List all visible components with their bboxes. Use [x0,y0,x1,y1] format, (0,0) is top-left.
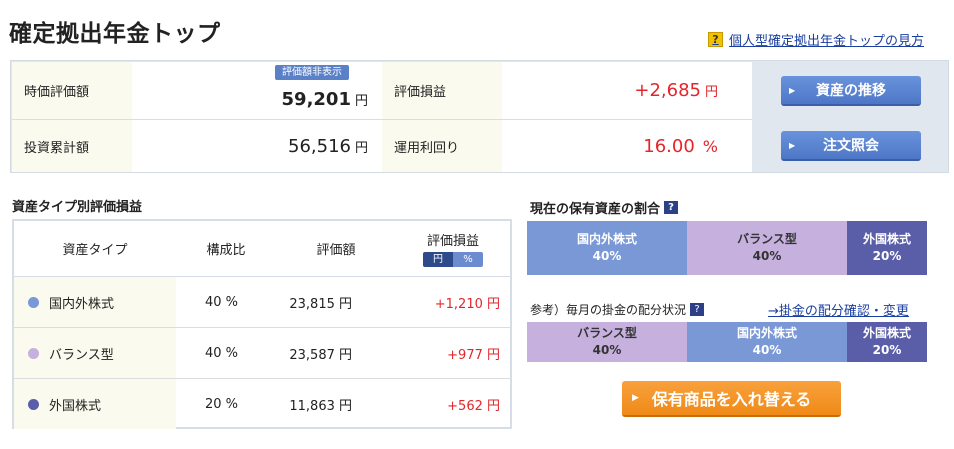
segment-pct: 20% [872,249,902,263]
ratio-cell: 40 % [204,294,238,310]
invested-label: 投資累計額 [12,120,132,172]
asset-table-heading: 資産タイプ別評価損益 [12,200,143,215]
pl-cell: +977 円 [447,347,500,363]
segment-pct: 40% [752,249,782,263]
alloc-segment-balance: バランス型 40% [527,322,687,362]
invested-number: 56,516 [288,135,351,157]
unit-toggle: 円 % [423,252,483,267]
switch-holdings-label: 保有商品を入れ替える [651,390,812,409]
col-header-value: 評価額 [276,221,396,277]
yield-value: 16.00% [502,120,752,172]
monthly-alloc-title: 参考）毎月の掛金の配分状況 [530,303,687,317]
guide-link-label[interactable]: 個人型確定拠出年金トップの見方 [729,30,924,49]
order-inquiry-button[interactable]: ▶ 注文照会 [781,131,921,161]
monthly-alloc-heading: 参考）毎月の掛金の配分状況? [530,301,705,318]
yield-number: 16.00 [643,135,695,157]
arrow-right-icon: ▶ [789,140,796,150]
alloc-segment-foreign: 外国株式 20% [847,221,927,275]
monthly-alloc-bar: バランス型 40% 国内外株式 40% 外国株式 20% [527,322,927,362]
segment-name: バランス型 [577,326,637,340]
dot-icon [28,296,39,308]
segment-name: 外国株式 [862,232,911,246]
col-header-ratio: 構成比 [176,221,276,277]
row-name: 外国株式 [14,379,176,429]
profit-label: 評価損益 [382,62,502,120]
help-icon[interactable]: ? [690,303,705,316]
pl-cell: +1,210 円 [434,296,500,312]
yen-unit: 円 [704,85,718,100]
yield-label: 運用利回り [382,120,502,172]
segment-pct: 40% [592,249,622,263]
dot-icon [28,347,39,359]
alloc-segment-balance: バランス型 40% [687,221,847,275]
segment-pct: 20% [872,343,902,357]
segment-name: 外国株式 [862,326,911,340]
help-icon: ? [708,32,723,47]
ratio-cell: 40 % [204,345,238,361]
arrow-right-icon: ▶ [789,85,796,95]
help-icon[interactable]: ? [664,201,679,214]
current-alloc-title: 現在の保有資産の割合 [530,202,661,217]
segment-pct: 40% [752,343,782,357]
current-alloc-heading: 現在の保有資産の割合? [530,198,679,217]
col-header-pl: 評価損益 円 % [396,221,510,277]
alloc-segment-domestic: 国内外株式 40% [687,322,847,362]
dot-icon [28,398,39,410]
market-value-label: 時価評価額 [12,62,132,120]
hide-value-badge[interactable]: 評価額非表示 [275,65,349,80]
profit-number: +2,685 [634,80,701,101]
value-cell: 11,863 円 [289,398,352,414]
table-row: バランス型 40 % 23,587 円 +977 円 [14,328,510,379]
segment-name: バランス型 [737,232,797,246]
profit-value: +2,685 円 [502,62,752,120]
asset-type-table: 資産タイプ 構成比 評価額 評価損益 円 % 国内外株式 40 % 23,815… [12,219,512,429]
percent-unit: % [702,136,718,156]
alloc-segment-domestic: 国内外株式 40% [527,221,687,275]
pl-cell: +562 円 [447,398,500,414]
toggle-percent[interactable]: % [453,252,483,267]
segment-name: 国内外株式 [576,232,637,246]
pl-header-label: 評価損益 [426,234,479,249]
market-value-number: 59,201 [281,89,351,110]
segment-name: 国内外株式 [736,326,797,340]
toggle-yen[interactable]: 円 [423,252,453,267]
yen-unit: 円 [354,140,368,156]
switch-holdings-button[interactable]: ▶ 保有商品を入れ替える [622,381,841,417]
asset-name: バランス型 [49,347,114,363]
current-alloc-bar: 国内外株式 40% バランス型 40% 外国株式 20% [527,221,927,275]
ratio-cell: 20 % [204,396,238,412]
value-cell: 23,815 円 [289,296,352,312]
asset-trend-label: 資産の推移 [816,83,886,99]
row-name: 国内外株式 [14,277,176,327]
yen-unit: 円 [354,94,368,109]
segment-pct: 40% [592,343,622,357]
table-row: 国内外株式 40 % 23,815 円 +1,210 円 [14,277,510,328]
invested-value: 56,516 円 [132,120,382,172]
asset-trend-button[interactable]: ▶ 資産の推移 [781,76,921,106]
page-title: 確定拠出年金トップ [9,21,221,47]
alloc-segment-foreign: 外国株式 20% [847,322,927,362]
row-name: バランス型 [14,328,176,378]
contribution-change-link[interactable]: →掛金の配分確認・変更 [768,300,909,319]
order-inquiry-label: 注文照会 [823,138,879,154]
col-header-asset-type: 資産タイプ [14,221,176,277]
table-row: 外国株式 20 % 11,863 円 +562 円 [14,379,510,430]
guide-link[interactable]: ? 個人型確定拠出年金トップの見方 [708,30,924,49]
asset-name: 外国株式 [49,398,102,414]
value-cell: 23,587 円 [289,347,352,363]
asset-name: 国内外株式 [49,296,115,312]
arrow-right-icon: ▶ [632,393,639,403]
